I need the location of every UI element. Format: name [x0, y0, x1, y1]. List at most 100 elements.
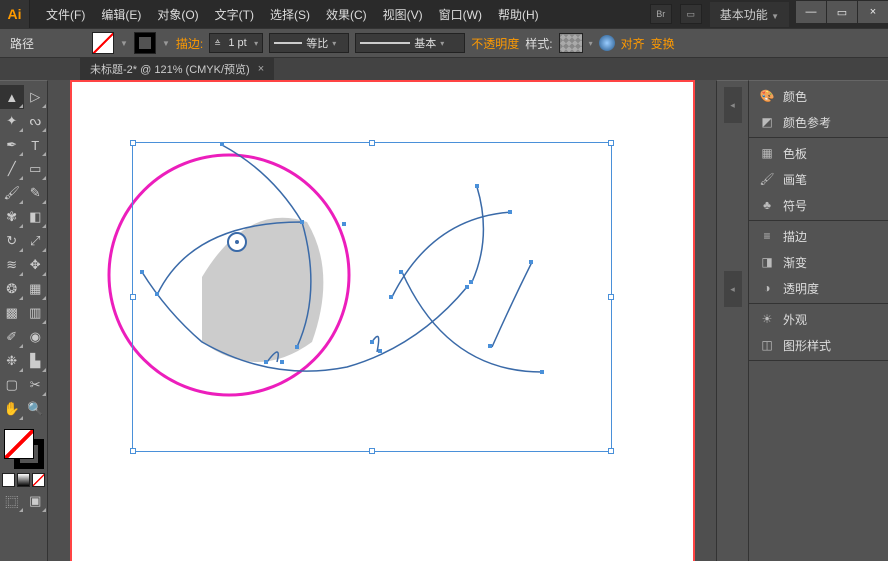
perspective-grid-tool[interactable]: ▦ — [24, 277, 48, 301]
selection-handle-e[interactable] — [608, 294, 614, 300]
rectangle-tool[interactable]: ▭ — [24, 157, 48, 181]
panel-swatches[interactable]: ▦色板 — [749, 140, 888, 166]
document-tab-title: 未标题-2* @ 121% (CMYK/预览) — [90, 61, 250, 77]
free-transform-tool[interactable]: ✥ — [24, 253, 48, 277]
recolor-artwork-icon[interactable] — [599, 35, 615, 51]
selection-handle-n[interactable] — [369, 140, 375, 146]
stroke-weight-input[interactable]: ≙ 1 pt ▾ — [209, 33, 263, 53]
panel-symbols[interactable]: ♣符号 — [749, 192, 888, 218]
menubar-extras: Br ▭ 基本功能 ▼ — [650, 0, 795, 28]
menu-view[interactable]: 视图(V) — [375, 0, 431, 29]
selection-bounding-box[interactable] — [132, 142, 612, 452]
hand-tool[interactable]: ✋ — [0, 397, 24, 421]
blend-tool[interactable]: ◉ — [24, 325, 48, 349]
selection-handle-sw[interactable] — [130, 448, 136, 454]
align-label[interactable]: 对齐 — [621, 35, 645, 52]
panel-expand-handle[interactable]: ◂ — [724, 271, 742, 307]
color-mode-solid[interactable] — [2, 473, 15, 487]
zoom-tool[interactable]: 🔍 — [24, 397, 48, 421]
mesh-tool[interactable]: ▩ — [0, 301, 24, 325]
drawing-mode-button[interactable]: ⿴ — [0, 489, 24, 513]
pen-tool[interactable]: ✒ — [0, 133, 24, 157]
menu-effect[interactable]: 效果(C) — [318, 0, 375, 29]
chevron-down-icon[interactable]: ▼ — [162, 39, 170, 48]
panel-label: 描边 — [783, 228, 807, 245]
type-tool[interactable]: T — [24, 133, 48, 157]
panel-label: 外观 — [783, 311, 807, 328]
brush-definition-dropdown[interactable]: 基本 ▾ — [355, 33, 465, 53]
opacity-label[interactable]: 不透明度 — [471, 35, 519, 52]
selection-tool[interactable]: ▲ — [0, 85, 24, 109]
variable-width-profile-dropdown[interactable]: 等比 ▾ — [269, 33, 349, 53]
workspace-switcher[interactable]: 基本功能 ▼ — [710, 2, 789, 27]
fill-swatch[interactable] — [92, 32, 114, 54]
color-mode-gradient[interactable] — [17, 473, 30, 487]
panel-color[interactable]: 🎨颜色 — [749, 83, 888, 109]
menu-file[interactable]: 文件(F) — [38, 0, 93, 29]
pencil-tool[interactable]: ✎ — [24, 181, 48, 205]
panel-graphic-styles[interactable]: ◫图形样式 — [749, 332, 888, 358]
panel-expand-handle[interactable]: ◂ — [724, 87, 742, 123]
panel-appearance[interactable]: ☀外观 — [749, 306, 888, 332]
titlebar: Ai 文件(F) 编辑(E) 对象(O) 文字(T) 选择(S) 效果(C) 视… — [0, 0, 888, 28]
line-segment-tool[interactable]: ╱ — [0, 157, 24, 181]
menu-help[interactable]: 帮助(H) — [490, 0, 547, 29]
screen-mode-button[interactable]: ▣ — [24, 489, 48, 513]
fill-box[interactable] — [4, 429, 34, 459]
lasso-tool[interactable]: ᔓ — [24, 109, 48, 133]
symbol-sprayer-tool[interactable]: ❉ — [0, 349, 24, 373]
stroke-label[interactable]: 描边: — [176, 35, 203, 52]
chevron-down-icon[interactable]: ▾ — [589, 39, 593, 48]
stroke-swatch[interactable] — [134, 32, 156, 54]
scale-tool[interactable]: ⤢ — [24, 229, 48, 253]
eraser-tool[interactable]: ◧ — [24, 205, 48, 229]
direct-selection-tool[interactable]: ▷ — [24, 85, 48, 109]
gradient-icon: ◨ — [759, 254, 775, 270]
selection-handle-nw[interactable] — [130, 140, 136, 146]
selection-handle-ne[interactable] — [608, 140, 614, 146]
panel-color-guide[interactable]: ◩颜色参考 — [749, 109, 888, 135]
shape-builder-tool[interactable]: ❂ — [0, 277, 24, 301]
transform-label[interactable]: 变换 — [651, 35, 675, 52]
stroke-weight-value: 1 pt — [228, 37, 246, 49]
menu-edit[interactable]: 编辑(E) — [93, 0, 149, 29]
column-graph-tool[interactable]: ▙ — [24, 349, 48, 373]
panel-stroke[interactable]: ≡描边 — [749, 223, 888, 249]
close-icon[interactable]: × — [258, 63, 264, 75]
selection-handle-w[interactable] — [130, 294, 136, 300]
magic-wand-tool[interactable]: ✦ — [0, 109, 24, 133]
menu-select[interactable]: 选择(S) — [262, 0, 318, 29]
width-tool[interactable]: ≋ — [0, 253, 24, 277]
window-close-button[interactable]: × — [858, 1, 888, 23]
document-tab[interactable]: 未标题-2* @ 121% (CMYK/预览) × — [80, 58, 274, 80]
eyedropper-tool[interactable]: ✐ — [0, 325, 24, 349]
color-mode-none[interactable] — [32, 473, 45, 487]
right-panel-dock: 🎨颜色 ◩颜色参考 ▦色板 🖌画笔 ♣符号 ≡描边 ◨渐变 ◑透明度 ☀外观 ◫… — [748, 80, 888, 561]
menu-type[interactable]: 文字(T) — [207, 0, 262, 29]
panel-gradient[interactable]: ◨渐变 — [749, 249, 888, 275]
window-maximize-button[interactable]: ▭ — [827, 1, 857, 23]
window-minimize-button[interactable]: — — [796, 1, 826, 23]
arrange-documents-button[interactable]: ▭ — [680, 4, 702, 24]
selection-handle-s[interactable] — [369, 448, 375, 454]
paintbrush-tool[interactable]: 🖌 — [0, 181, 24, 205]
rotate-tool[interactable]: ↻ — [0, 229, 24, 253]
chevron-down-icon: ▾ — [254, 39, 258, 48]
bridge-button[interactable]: Br — [650, 4, 672, 24]
panel-transparency[interactable]: ◑透明度 — [749, 275, 888, 301]
graphic-style-thumbnail[interactable] — [559, 33, 583, 53]
selection-handle-se[interactable] — [608, 448, 614, 454]
menu-window[interactable]: 窗口(W) — [431, 0, 490, 29]
symbols-icon: ♣ — [759, 197, 775, 213]
panel-brushes[interactable]: 🖌画笔 — [749, 166, 888, 192]
chevron-down-icon: ▾ — [440, 39, 444, 48]
gradient-tool[interactable]: ▥ — [24, 301, 48, 325]
blob-brush-tool[interactable]: ✾ — [0, 205, 24, 229]
chevron-down-icon[interactable]: ▼ — [120, 39, 128, 48]
graphic-styles-icon: ◫ — [759, 337, 775, 353]
canvas-area[interactable]: 如上图所示，一一选择我们需要的部分 — [48, 80, 716, 561]
artboard-tool[interactable]: ▢ — [0, 373, 24, 397]
fill-stroke-indicator[interactable] — [0, 427, 48, 471]
menu-object[interactable]: 对象(O) — [149, 0, 206, 29]
slice-tool[interactable]: ✂ — [24, 373, 48, 397]
